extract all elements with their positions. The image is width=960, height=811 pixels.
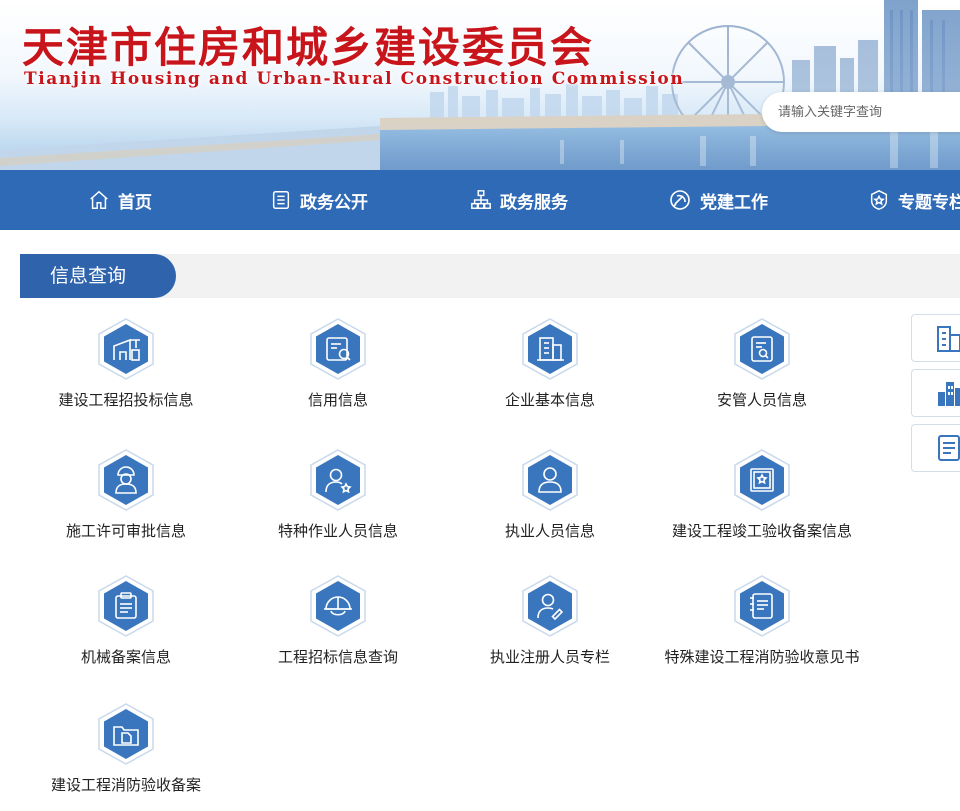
nav-item-label: 首页 — [118, 192, 152, 213]
notebook-icon — [734, 575, 790, 637]
grid-item-registered-practitioners[interactable]: 执业注册人员专栏 — [444, 575, 656, 667]
search-input[interactable] — [778, 104, 958, 120]
document-search-icon — [734, 318, 790, 380]
nav-item-label: 党建工作 — [700, 192, 768, 213]
site-title: 天津市住房和城乡建设委员会 — [22, 23, 595, 72]
grid-item-label: 执业注册人员专栏 — [489, 648, 610, 666]
grid-item-label: 建设工程消防验收备案 — [50, 776, 201, 794]
safety-helmet-icon — [310, 575, 366, 637]
folder-document-icon — [98, 703, 154, 765]
grid-item-label: 建设工程竣工验收备案信息 — [671, 522, 852, 540]
grid-item-fire-acceptance-opinion[interactable]: 特殊建设工程消防验收意见书 — [656, 575, 868, 667]
side-button-building[interactable] — [911, 314, 960, 362]
section-header-bar: 信息查询 — [20, 254, 960, 298]
grid-item-label: 特殊建设工程消防验收意见书 — [664, 648, 860, 666]
grid-item-enterprise-info[interactable]: 企业基本信息 — [444, 318, 656, 410]
nav-item-special-topics[interactable]: 专题专栏 — [868, 170, 960, 230]
grid-item-label: 企业基本信息 — [504, 391, 595, 409]
person-pen-icon — [522, 575, 578, 637]
grid-item-label: 机械备案信息 — [80, 648, 171, 666]
grid-item-bidding-query[interactable]: 工程招标信息查询 — [232, 575, 444, 667]
site-subtitle: Tianjin Housing and Urban-Rural Construc… — [24, 69, 685, 89]
nav-item-label: 专题专栏 — [898, 192, 960, 213]
nav-item-government-services[interactable]: 政务服务 — [470, 170, 568, 230]
nav-item-government-affairs[interactable]: 政务公开 — [270, 170, 368, 230]
home-icon — [90, 190, 108, 209]
credit-search-icon — [310, 318, 366, 380]
grid-item-bidding-info[interactable]: 建设工程招投标信息 — [20, 318, 232, 410]
nav-item-party-building[interactable]: 党建工作 — [668, 170, 768, 230]
document-list-icon — [272, 191, 290, 209]
person-star-icon — [310, 449, 366, 511]
grid-item-label: 执业人员信息 — [504, 522, 595, 540]
grid-item-special-operators[interactable]: 特种作业人员信息 — [232, 449, 444, 541]
clipboard-icon — [98, 575, 154, 637]
search-box[interactable] — [762, 92, 960, 132]
org-chart-icon — [471, 190, 491, 209]
badge-star-icon — [870, 190, 888, 210]
section-title: 信息查询 — [20, 254, 176, 298]
main-nav: 首页 政务公开 政务服务 党建工作 专题专栏 — [0, 170, 960, 230]
grid-item-machinery-filing[interactable]: 机械备案信息 — [20, 575, 232, 667]
grid-item-completion-acceptance[interactable]: 建设工程竣工验收备案信息 — [656, 449, 868, 541]
grid-item-fire-acceptance-filing[interactable]: 建设工程消防验收备案 — [20, 703, 232, 795]
grid-item-label: 安管人员信息 — [716, 391, 807, 409]
grid-item-label: 工程招标信息查询 — [277, 648, 398, 666]
building-icon — [937, 326, 960, 352]
nav-item-label: 政务服务 — [500, 192, 568, 213]
grid-item-construction-permit[interactable]: 施工许可审批信息 — [20, 449, 232, 541]
party-emblem-icon — [670, 190, 690, 210]
certificate-icon — [734, 449, 790, 511]
grid-item-label: 建设工程招投标信息 — [58, 391, 194, 409]
grid-item-label: 施工许可审批信息 — [65, 522, 186, 540]
construction-worker-icon — [98, 449, 154, 511]
grid-item-safety-manager-info[interactable]: 安管人员信息 — [656, 318, 868, 410]
office-building-icon — [522, 318, 578, 380]
person-icon — [522, 449, 578, 511]
list-document-icon — [938, 435, 960, 461]
side-button-city[interactable] — [911, 369, 960, 417]
grid-item-label: 信用信息 — [307, 391, 368, 409]
grid-item-credit-info[interactable]: 信用信息 — [232, 318, 444, 410]
side-button-list[interactable] — [911, 424, 960, 472]
nav-item-label: 政务公开 — [300, 192, 368, 213]
grid-item-practitioners[interactable]: 执业人员信息 — [444, 449, 656, 541]
grid-item-label: 特种作业人员信息 — [277, 522, 398, 540]
city-buildings-icon — [938, 382, 960, 406]
header-banner: 天津市住房和城乡建设委员会 Tianjin Housing and Urban-… — [0, 0, 960, 170]
nav-item-home[interactable]: 首页 — [88, 170, 152, 230]
crane-building-icon — [98, 318, 154, 380]
